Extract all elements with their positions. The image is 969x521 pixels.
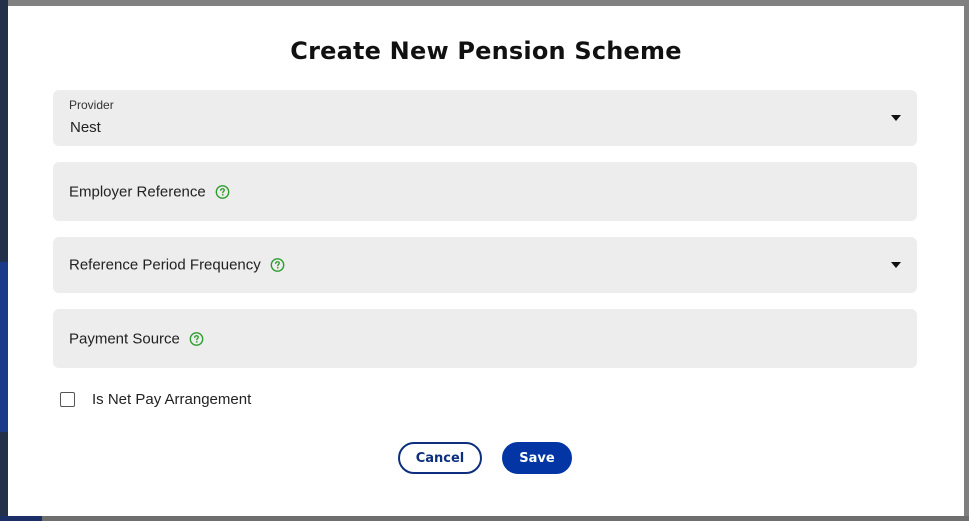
- reference-period-frequency-label: Reference Period Frequency: [69, 256, 261, 274]
- employer-reference-label-wrap: Employer Reference: [69, 183, 230, 200]
- caret-down-icon[interactable]: [891, 262, 901, 268]
- reference-period-frequency-select[interactable]: Reference Period Frequency: [53, 237, 917, 293]
- background-page-sidebar: [0, 262, 8, 432]
- payment-source-label: Payment Source: [69, 330, 180, 347]
- caret-down-icon[interactable]: [891, 115, 901, 121]
- save-button[interactable]: Save: [502, 442, 572, 474]
- dialog-title: Create New Pension Scheme: [290, 37, 682, 65]
- provider-select[interactable]: Provider Nest: [53, 90, 917, 146]
- reference-period-frequency-label-wrap: Reference Period Frequency: [69, 257, 285, 274]
- background-page-bottom-accent: [0, 516, 42, 521]
- payment-source-input[interactable]: Payment Source: [53, 309, 917, 368]
- cancel-button[interactable]: Cancel: [398, 442, 482, 474]
- question-circle-icon[interactable]: [215, 184, 230, 199]
- net-pay-arrangement-row: Is Net Pay Arrangement: [60, 391, 251, 408]
- background-page-bottom: [0, 516, 969, 521]
- provider-label: Provider: [69, 98, 114, 112]
- employer-reference-label: Employer Reference: [69, 183, 206, 200]
- background-page-left: [0, 0, 8, 521]
- employer-reference-input[interactable]: Employer Reference: [53, 162, 917, 221]
- net-pay-arrangement-label[interactable]: Is Net Pay Arrangement: [92, 391, 251, 408]
- provider-value: Nest: [70, 119, 101, 136]
- net-pay-arrangement-checkbox[interactable]: [60, 392, 75, 407]
- question-circle-icon[interactable]: [270, 258, 285, 273]
- question-circle-icon[interactable]: [189, 331, 204, 346]
- create-pension-scheme-dialog: Create New Pension Scheme Provider Nest …: [8, 6, 964, 516]
- payment-source-label-wrap: Payment Source: [69, 330, 204, 347]
- background-page-right: [964, 0, 969, 521]
